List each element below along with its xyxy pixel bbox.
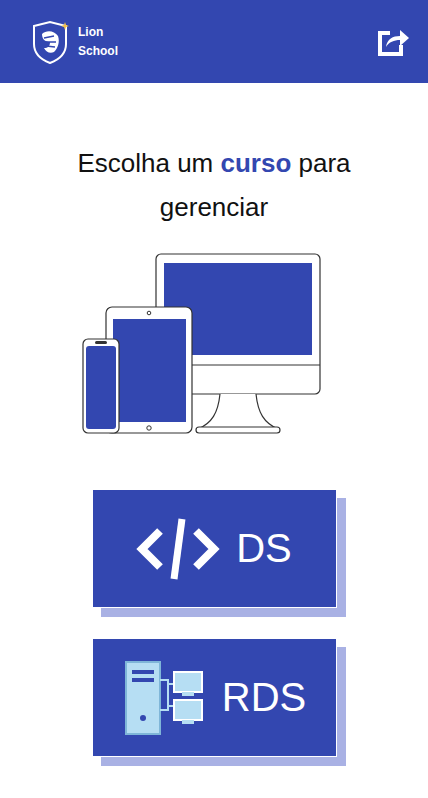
course-page: LionSchool Escolha um curso para gerencia… (0, 0, 428, 798)
network-icon (122, 660, 206, 736)
title-highlight: curso (221, 148, 292, 178)
devices-illustration-icon (82, 253, 322, 435)
logout-share-icon[interactable] (376, 27, 410, 57)
header: LionSchool (0, 0, 428, 83)
course-button[interactable]: DS (92, 489, 337, 608)
course-label: DS (236, 526, 292, 571)
content: Escolha um curso para gerenciar DS RDS (0, 83, 428, 797)
page-title: Escolha um curso para gerenciar (59, 141, 369, 229)
lion-logo-icon (30, 20, 70, 64)
course-button[interactable]: RDS (92, 638, 337, 757)
brand[interactable]: LionSchool (30, 20, 118, 64)
course-label: RDS (222, 675, 306, 720)
code-icon (136, 517, 220, 581)
brand-word: Lion (78, 23, 118, 42)
course-list: DS RDS (92, 489, 337, 757)
brand-word: School (78, 42, 118, 61)
